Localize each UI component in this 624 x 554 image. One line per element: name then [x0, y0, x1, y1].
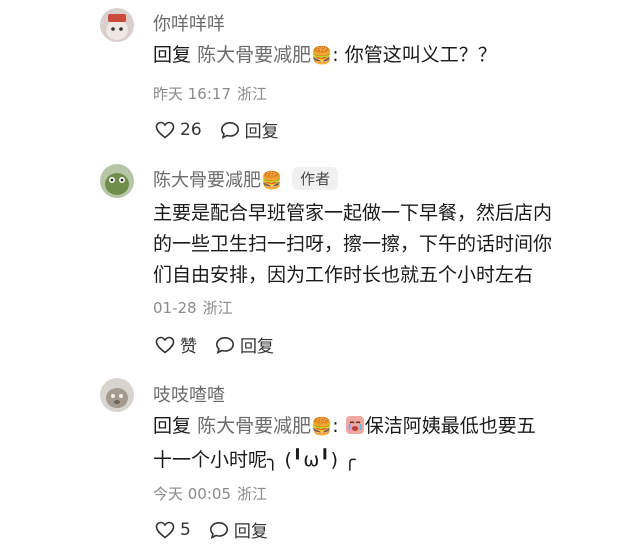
comment-text: 回复 陈大骨要减肥🍔: 保洁阿姨最低也要五 十一个小时呢╮ (╹ω╹) ╭	[153, 411, 603, 476]
like-count: 5	[180, 519, 191, 540]
avatar[interactable]	[100, 8, 134, 42]
reply-button[interactable]: 回复	[220, 117, 279, 142]
username[interactable]: 吱吱喳喳	[153, 381, 225, 407]
reply-prefix: 回复	[153, 44, 192, 66]
like-count: 26	[180, 119, 202, 140]
username[interactable]: 陈大骨要减肥🍔 作者	[153, 166, 339, 192]
speech-bubble-icon	[220, 121, 239, 139]
comment-body: 你管这叫义工？？	[344, 44, 497, 66]
username[interactable]: 你咩咩咩	[153, 10, 225, 36]
timestamp: 今天 00:05	[153, 485, 231, 503]
heart-outline-icon	[155, 121, 175, 139]
reply-button[interactable]: 回复	[215, 332, 274, 357]
mention-link[interactable]: 陈大骨要减肥🍔	[197, 44, 332, 66]
comment-actions: 5 回复	[155, 517, 286, 542]
comment-line: 们自由安排，因为工作时长也就五个小时左右	[153, 264, 534, 286]
comment-line: 回复 陈大骨要减肥🍔: 保洁阿姨最低也要五	[153, 411, 603, 445]
comment-actions: 26 回复	[155, 117, 297, 142]
like-button[interactable]: 5	[155, 520, 191, 540]
comment-text: 主要是配合早班管家一起做一下早餐，然后店内 的一些卫生扫一扫呀，擦一擦，下午的话…	[153, 198, 603, 291]
comment-line: 十一个小时呢╮ (╹ω╹) ╭	[153, 449, 356, 471]
reply-label: 回复	[233, 522, 268, 542]
comment-actions: 赞 回复	[155, 332, 292, 357]
location: 浙江	[237, 85, 268, 103]
author-badge: 作者	[292, 167, 339, 190]
speech-bubble-icon	[209, 521, 228, 539]
timestamp: 昨天 16:17	[153, 85, 231, 103]
reply-label: 回复	[240, 337, 274, 357]
like-button[interactable]: 26	[155, 120, 202, 140]
location: 浙江	[237, 485, 268, 503]
burger-icon: 🍔	[311, 417, 333, 437]
burger-icon: 🍔	[311, 46, 333, 66]
heart-outline-icon	[155, 521, 175, 539]
comment-body: 保洁阿姨最低也要五	[364, 415, 536, 437]
like-button[interactable]: 赞	[155, 332, 197, 357]
timestamp: 01-28	[153, 299, 197, 317]
speech-bubble-icon	[215, 336, 235, 354]
comment-line: 的一些卫生扫一扫呀，擦一擦，下午的话时间你	[153, 233, 553, 255]
comment-line: 主要是配合早班管家一起做一下早餐，然后店内	[153, 202, 553, 224]
heart-outline-icon	[155, 336, 175, 354]
like-label: 赞	[180, 337, 197, 357]
burger-icon: 🍔	[261, 171, 283, 191]
mention-link[interactable]: 陈大骨要减肥🍔	[197, 415, 332, 437]
comment-meta: 今天 00:05 浙江	[153, 483, 267, 504]
comment-meta: 01-28 浙江	[153, 297, 233, 318]
reply-button[interactable]: 回复	[209, 517, 268, 542]
comment-meta: 昨天 16:17 浙江	[153, 83, 267, 104]
avatar[interactable]	[100, 164, 134, 198]
reply-prefix: 回复	[153, 415, 192, 437]
crying-face-icon	[345, 414, 365, 445]
avatar[interactable]	[100, 378, 134, 412]
comment-text: 回复 陈大骨要减肥🍔: 你管这叫义工？？	[153, 44, 497, 66]
reply-label: 回复	[244, 122, 279, 142]
location: 浙江	[202, 299, 233, 317]
